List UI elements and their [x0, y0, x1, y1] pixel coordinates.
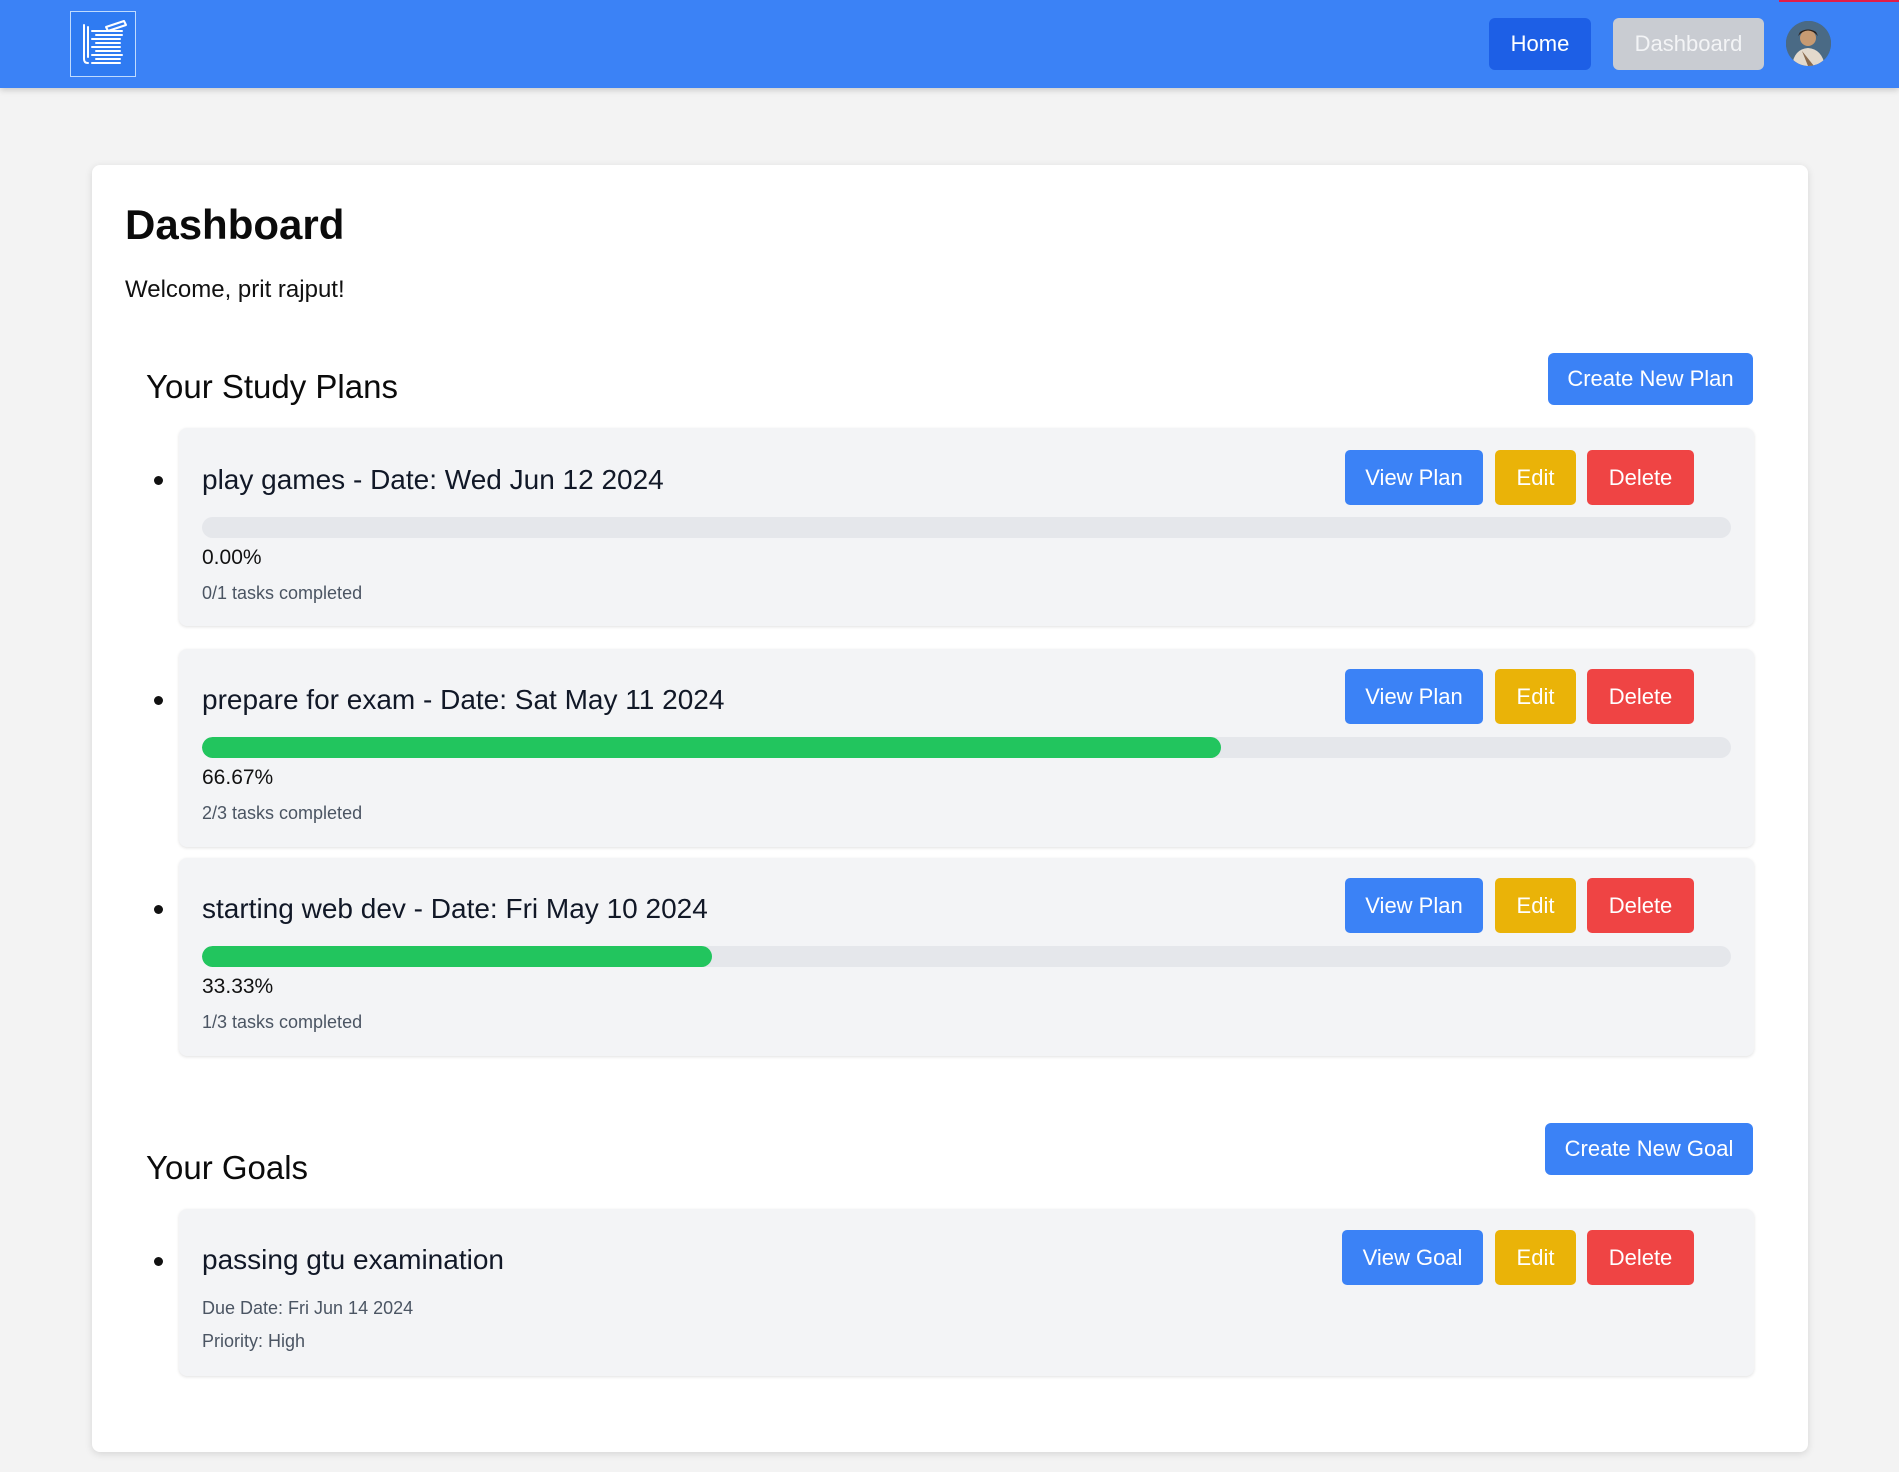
edit-plan-button[interactable]: Edit	[1495, 878, 1576, 933]
plan-progress-fill	[202, 946, 712, 967]
goal-card: passing gtu examination View Goal Edit D…	[179, 1209, 1754, 1376]
view-plan-button[interactable]: View Plan	[1345, 878, 1483, 933]
view-plan-button[interactable]: View Plan	[1345, 450, 1483, 505]
nav-dashboard-button[interactable]: Dashboard	[1613, 18, 1764, 70]
list-bullet	[154, 696, 163, 705]
study-plans-heading: Your Study Plans	[146, 368, 398, 405]
goals-heading: Your Goals	[146, 1149, 309, 1186]
view-plan-button[interactable]: View Plan	[1345, 669, 1483, 724]
plan-card: prepare for exam - Date: Sat May 11 2024…	[179, 649, 1754, 847]
plan-tasks-count: 1/3 tasks completed	[202, 1012, 363, 1032]
plan-progress-bar	[202, 737, 1731, 758]
plan-title: play games - Date: Wed Jun 12 2024	[202, 464, 664, 495]
navbar-accent-line	[1779, 0, 1899, 2]
goal-title: passing gtu examination	[202, 1244, 504, 1275]
plan-card: starting web dev - Date: Fri May 10 2024…	[179, 858, 1754, 1056]
plan-title: prepare for exam - Date: Sat May 11 2024	[202, 684, 725, 715]
view-goal-button[interactable]: View Goal	[1342, 1230, 1483, 1285]
goal-priority: Priority: High	[202, 1331, 306, 1351]
delete-goal-button[interactable]: Delete	[1587, 1230, 1694, 1285]
plan-progress-percent: 66.67%	[202, 766, 274, 789]
plan-progress-fill	[202, 737, 1222, 758]
nav-home-button[interactable]: Home	[1489, 18, 1591, 70]
create-new-plan-button[interactable]: Create New Plan	[1548, 353, 1753, 405]
edit-plan-button[interactable]: Edit	[1495, 450, 1576, 505]
create-new-goal-button[interactable]: Create New Goal	[1545, 1123, 1753, 1175]
plan-tasks-count: 2/3 tasks completed	[202, 803, 363, 823]
plan-title: starting web dev - Date: Fri May 10 2024	[202, 893, 708, 924]
delete-plan-button[interactable]: Delete	[1587, 450, 1694, 505]
delete-plan-button[interactable]: Delete	[1587, 669, 1694, 724]
list-bullet	[154, 476, 163, 485]
plan-card: play games - Date: Wed Jun 12 2024 View …	[179, 428, 1754, 626]
plan-progress-percent: 33.33%	[202, 975, 274, 998]
goal-due-date: Due Date: Fri Jun 14 2024	[202, 1298, 414, 1318]
edit-plan-button[interactable]: Edit	[1495, 669, 1576, 724]
dashboard-card: Dashboard Welcome, prit rajput! Your Stu…	[92, 165, 1808, 1452]
user-avatar[interactable]	[1786, 21, 1831, 66]
edit-goal-button[interactable]: Edit	[1495, 1230, 1576, 1285]
top-navbar: Home Dashboard	[0, 0, 1899, 88]
plan-progress-bar	[202, 517, 1731, 538]
page-title: Dashboard	[125, 201, 345, 248]
welcome-message: Welcome, prit rajput!	[125, 276, 345, 303]
plan-progress-bar	[202, 946, 1731, 967]
books-logo-icon[interactable]	[70, 11, 136, 77]
list-bullet	[154, 1257, 163, 1266]
list-bullet	[154, 905, 163, 914]
plan-progress-percent: 0.00%	[202, 546, 262, 569]
plan-tasks-count: 0/1 tasks completed	[202, 583, 363, 603]
delete-plan-button[interactable]: Delete	[1587, 878, 1694, 933]
